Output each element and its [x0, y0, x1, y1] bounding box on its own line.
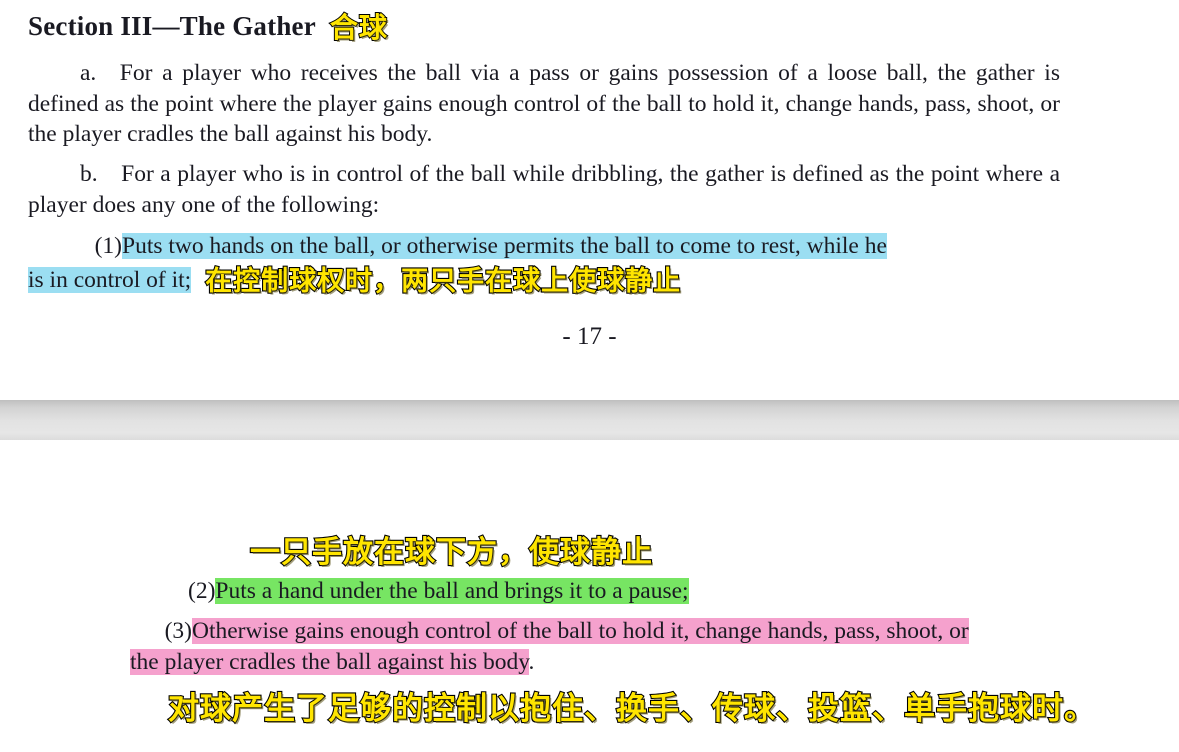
list-item-1-chinese-annotation: 在控制球权时，两只手在球上使球静止	[204, 265, 682, 298]
list-item-1: (1)Puts two hands on the ball, or otherw…	[28, 231, 1070, 298]
list-item-2: (2)Puts a hand under the ball and brings…	[188, 576, 689, 607]
list-item-1-text-line-2: is in control of it;	[28, 267, 192, 293]
list-item-3-line-2-wrap: the player cradles the ball against his …	[130, 647, 1140, 678]
list-item-1-line-2-wrap: is in control of it; 在控制球权时，两只手在球上使球静止	[28, 263, 1070, 298]
list-item-1-marker: (1)	[94, 233, 122, 259]
list-item-1-text-line-1: Puts two hands on the ball, or otherwise…	[122, 233, 887, 259]
section-heading-english: Section III—The Gather	[28, 11, 316, 41]
page-number: - 17 -	[562, 323, 617, 350]
list-item-3-text-line-2: the player cradles the ball against his …	[130, 649, 529, 675]
section-heading: Section III—The Gather 合球	[28, 11, 388, 43]
list-item-3: (3)Otherwise gains enough control of the…	[130, 616, 1140, 678]
paragraph-a: a. For a player who receives the ball vi…	[28, 58, 1060, 150]
paragraph-b-text: b. For a player who is in control of the…	[28, 161, 1060, 218]
paragraph-b: b. For a player who is in control of the…	[28, 159, 1060, 220]
annotation-above-list-item-2: 一只手放在球下方，使球静止	[249, 535, 653, 570]
document-page-one: Section III—The Gather 合球 a. For a player…	[0, 0, 1179, 400]
list-item-3-text-line-1: Otherwise gains enough control of the ba…	[192, 618, 969, 644]
paragraph-a-text: a. For a player who receives the ball vi…	[28, 60, 1060, 147]
section-heading-chinese-annotation: 合球	[329, 11, 388, 44]
annotation-bottom: 对球产生了足够的控制以抱住、换手、传球、投篮、单手抱球时。	[167, 691, 1096, 727]
page-separator-band	[0, 400, 1179, 440]
list-item-2-text: Puts a hand under the ball and brings it…	[215, 578, 689, 604]
list-item-2-marker: (2)	[188, 578, 216, 604]
list-item-3-marker: (3)	[164, 618, 192, 644]
list-item-3-trailing-punctuation: .	[528, 649, 535, 675]
